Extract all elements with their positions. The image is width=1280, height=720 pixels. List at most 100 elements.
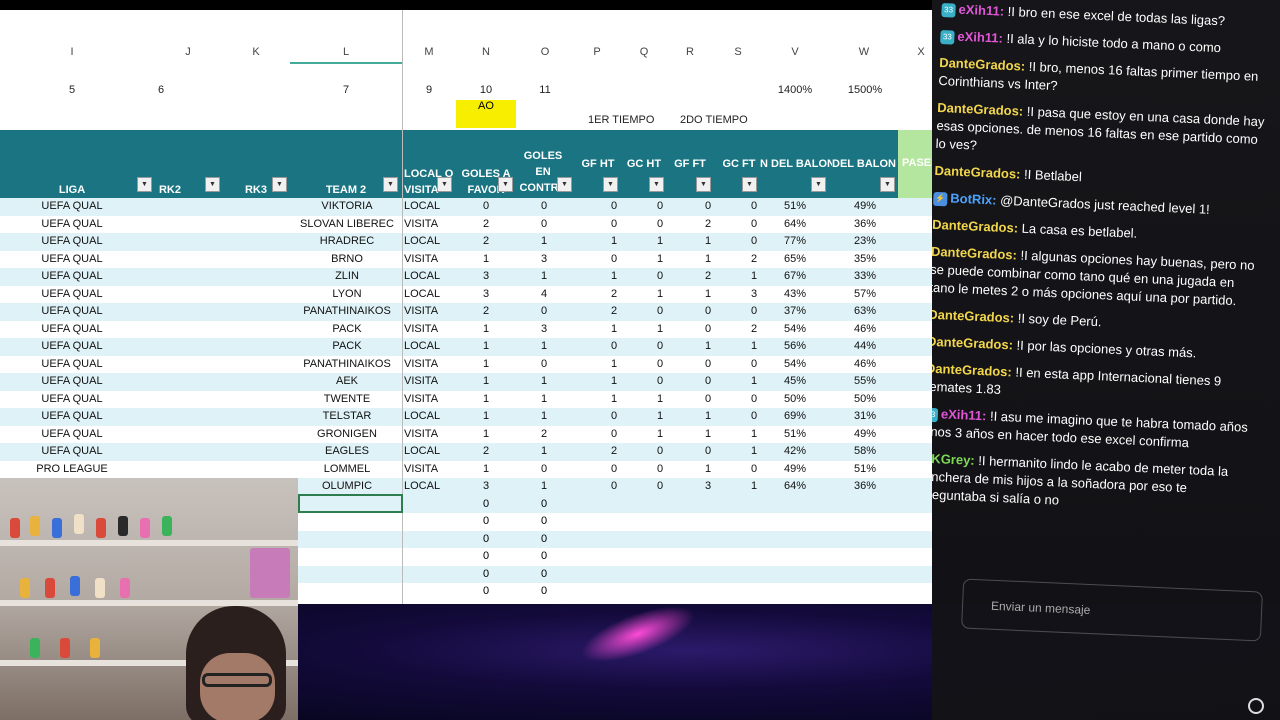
chat-username[interactable]: DanteGrados [932,244,1013,263]
table-cell[interactable]: LOCAL [404,410,454,422]
table-cell[interactable]: 0 [466,498,506,510]
col-header-p[interactable]: P [587,46,607,64]
table-cell[interactable]: 1 [734,375,774,387]
chat-username[interactable]: DanteGrados [932,217,1014,236]
col-header-l[interactable]: L [290,46,402,64]
table-row[interactable]: 00 [298,530,932,548]
table-cell[interactable]: 0 [688,375,728,387]
table-cell[interactable]: 1 [524,375,564,387]
table-cell[interactable]: AEK [296,375,398,387]
table-cell[interactable]: 1 [640,393,680,405]
table-cell[interactable]: 0 [640,305,680,317]
table-cell[interactable]: VISITA [404,428,454,440]
table-cell[interactable]: 44% [840,340,890,352]
table-row[interactable]: UEFA QUAL BRNO VISITA 1 3 0 1 1 2 65% 35% [0,250,932,268]
table-cell[interactable]: 77% [770,235,820,247]
table-cell[interactable]: VISITA [404,218,454,230]
table-cell[interactable]: 0 [466,585,506,597]
table-cell[interactable]: 3 [688,480,728,492]
table-cell[interactable]: 0 [466,533,506,545]
table-cell[interactable]: 3 [734,288,774,300]
table-cell[interactable]: LOCAL [404,200,454,212]
filter-dropdown-icon[interactable]: ▼ [880,177,895,192]
table-row[interactable]: UEFA QUAL AEK VISITA 1 1 1 0 0 1 45% 55% [0,373,932,391]
table-cell[interactable]: 0 [640,270,680,282]
table-cell[interactable]: 0 [734,200,774,212]
table-cell[interactable]: 1 [466,463,506,475]
table-row[interactable]: 00 [298,565,932,583]
table-cell[interactable]: 51% [840,463,890,475]
table-cell[interactable]: UEFA QUAL [10,428,134,440]
table-cell[interactable]: LOCAL [404,270,454,282]
col-header-v[interactable]: V [785,46,805,64]
table-cell[interactable]: UEFA QUAL [10,305,134,317]
table-cell[interactable]: UEFA QUAL [10,358,134,370]
table-cell[interactable]: 3 [524,253,564,265]
table-cell[interactable]: 0 [640,480,680,492]
chat-username[interactable]: DanteGrados [939,55,1021,74]
table-cell[interactable]: 1 [688,340,728,352]
table-cell[interactable]: 1 [524,270,564,282]
table-cell[interactable]: 50% [840,393,890,405]
table-cell[interactable]: 0 [524,568,564,580]
table-cell[interactable]: 3 [466,270,506,282]
table-cell[interactable]: HRADREC [296,235,398,247]
table-cell[interactable]: 1 [688,288,728,300]
table-cell[interactable]: 0 [594,200,634,212]
chat-username[interactable]: BotRix [950,191,993,208]
table-cell[interactable]: GRONIGEN [296,428,398,440]
col-header-i[interactable]: I [62,46,82,64]
table-cell[interactable]: VISITA [404,463,454,475]
table-row[interactable]: PRO LEAGUE LOMMEL VISITA 1 0 0 0 1 0 49% 51% [0,460,932,478]
table-cell[interactable]: 57% [840,288,890,300]
filter-dropdown-icon[interactable]: ▼ [603,177,618,192]
table-cell[interactable]: 46% [840,323,890,335]
number-cell[interactable]: 7 [336,84,356,96]
table-cell[interactable]: LOCAL [404,288,454,300]
table-row[interactable]: 00 [298,513,932,531]
table-cell[interactable]: 1 [688,463,728,475]
filter-dropdown-icon[interactable]: ▼ [742,177,757,192]
table-cell[interactable]: EAGLES [296,445,398,457]
table-cell[interactable]: 0 [640,358,680,370]
filter-dropdown-icon[interactable]: ▼ [811,177,826,192]
table-cell[interactable]: 31% [840,410,890,422]
table-cell[interactable]: OLUMPIC [296,480,398,492]
table-cell[interactable]: 1 [688,428,728,440]
table-cell[interactable]: 46% [840,358,890,370]
table-cell[interactable]: 1 [640,288,680,300]
table-cell[interactable]: 0 [688,358,728,370]
table-cell[interactable]: 0 [640,445,680,457]
table-cell[interactable]: 2 [594,288,634,300]
filter-dropdown-icon[interactable]: ▼ [205,177,220,192]
filter-dropdown-icon[interactable]: ▼ [557,177,572,192]
col-header-m[interactable]: M [419,46,439,64]
table-cell[interactable]: 0 [640,200,680,212]
table-cell[interactable]: 0 [640,218,680,230]
table-row[interactable]: UEFA QUAL ZLIN LOCAL 3 1 1 0 2 1 67% 33% [0,268,932,286]
table-cell[interactable]: 0 [524,585,564,597]
number-cell[interactable]: 6 [151,84,171,96]
table-cell[interactable]: 1 [594,323,634,335]
chat-username[interactable]: DKGrey [932,451,971,468]
table-cell[interactable]: 1 [466,253,506,265]
table-cell[interactable]: 49% [770,463,820,475]
table-cell[interactable]: UEFA QUAL [10,410,134,422]
table-cell[interactable]: 0 [594,218,634,230]
table-cell[interactable]: UEFA QUAL [10,340,134,352]
table-cell[interactable]: VISITA [404,358,454,370]
table-row[interactable]: UEFA QUAL PANATHINAIKOS VISITA 1 0 1 0 0 0 54% 46% [0,355,932,373]
table-cell[interactable]: ZLIN [296,270,398,282]
table-cell[interactable]: 1 [594,358,634,370]
table-cell[interactable]: 0 [524,358,564,370]
col-header-q[interactable]: Q [634,46,654,64]
table-cell[interactable]: 1 [640,235,680,247]
table-cell[interactable]: 0 [640,463,680,475]
filter-dropdown-icon[interactable]: ▼ [137,177,152,192]
table-cell[interactable]: 0 [688,200,728,212]
table-cell[interactable]: UEFA QUAL [10,288,134,300]
table-cell[interactable]: 0 [688,445,728,457]
table-cell[interactable]: 0 [734,218,774,230]
table-cell[interactable]: 2 [466,235,506,247]
table-cell[interactable]: PACK [296,340,398,352]
